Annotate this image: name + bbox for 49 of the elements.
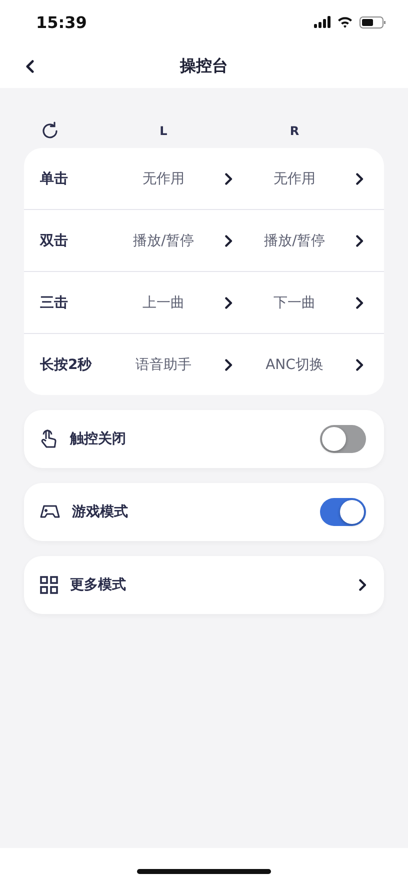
gesture-label: 三击 bbox=[40, 294, 68, 312]
action-value[interactable]: ANC切换 bbox=[266, 356, 324, 374]
chevron-icon bbox=[225, 358, 233, 370]
status-time: 15:39 bbox=[36, 12, 87, 32]
chevron-icon bbox=[356, 234, 364, 246]
wifi-icon bbox=[337, 16, 353, 28]
chevron-icon bbox=[356, 172, 364, 184]
setting-card[interactable]: 游戏模式 bbox=[24, 483, 384, 541]
signal-icon bbox=[314, 16, 331, 28]
chevron-icon bbox=[225, 172, 233, 184]
setting-label: 触控关闭 bbox=[70, 430, 127, 448]
chevron-icon bbox=[356, 296, 364, 308]
chevron-button[interactable] bbox=[356, 234, 364, 246]
action-value[interactable]: 下一曲 bbox=[274, 294, 316, 312]
action-value[interactable]: 无作用 bbox=[274, 170, 316, 188]
chevron-button[interactable] bbox=[356, 358, 364, 370]
chevron-button[interactable] bbox=[225, 296, 233, 308]
chevron-button[interactable] bbox=[225, 172, 233, 184]
action-value[interactable]: 语音助手 bbox=[136, 356, 192, 374]
chevron-button[interactable] bbox=[225, 358, 233, 370]
chevron-icon bbox=[358, 579, 366, 591]
chevron-icon bbox=[225, 234, 233, 246]
chevron-button[interactable] bbox=[356, 296, 364, 308]
setting-card[interactable]: 更多模式 bbox=[24, 556, 384, 614]
chevron-button[interactable] bbox=[356, 172, 364, 184]
back-icon bbox=[26, 60, 34, 72]
column-header: R bbox=[290, 124, 300, 138]
action-value[interactable]: 播放/暂停 bbox=[133, 232, 194, 250]
action-value[interactable]: 无作用 bbox=[142, 170, 184, 188]
reset-button[interactable] bbox=[40, 121, 60, 141]
page-title: 操控台 bbox=[180, 56, 228, 76]
gesture-label: 双击 bbox=[40, 232, 68, 250]
gesture-label: 长按2秒 bbox=[40, 356, 92, 374]
action-value[interactable]: 上一曲 bbox=[142, 294, 184, 312]
gamepad-icon bbox=[40, 505, 60, 519]
action-value[interactable]: 播放/暂停 bbox=[264, 232, 325, 250]
toggle-switch[interactable] bbox=[320, 425, 366, 453]
chevron-button[interactable] bbox=[225, 234, 233, 246]
setting-label: 游戏模式 bbox=[72, 503, 129, 521]
refresh-icon bbox=[40, 121, 60, 141]
chevron-icon bbox=[356, 358, 364, 370]
toggle-switch[interactable] bbox=[320, 498, 366, 526]
chevron-icon bbox=[225, 296, 233, 308]
battery-icon bbox=[359, 16, 386, 28]
gesture-label: 单击 bbox=[40, 170, 68, 188]
grid-icon bbox=[40, 576, 58, 594]
setting-label: 更多模式 bbox=[70, 576, 127, 594]
column-header: L bbox=[160, 124, 168, 138]
setting-card[interactable]: 触控关闭 bbox=[24, 410, 384, 468]
